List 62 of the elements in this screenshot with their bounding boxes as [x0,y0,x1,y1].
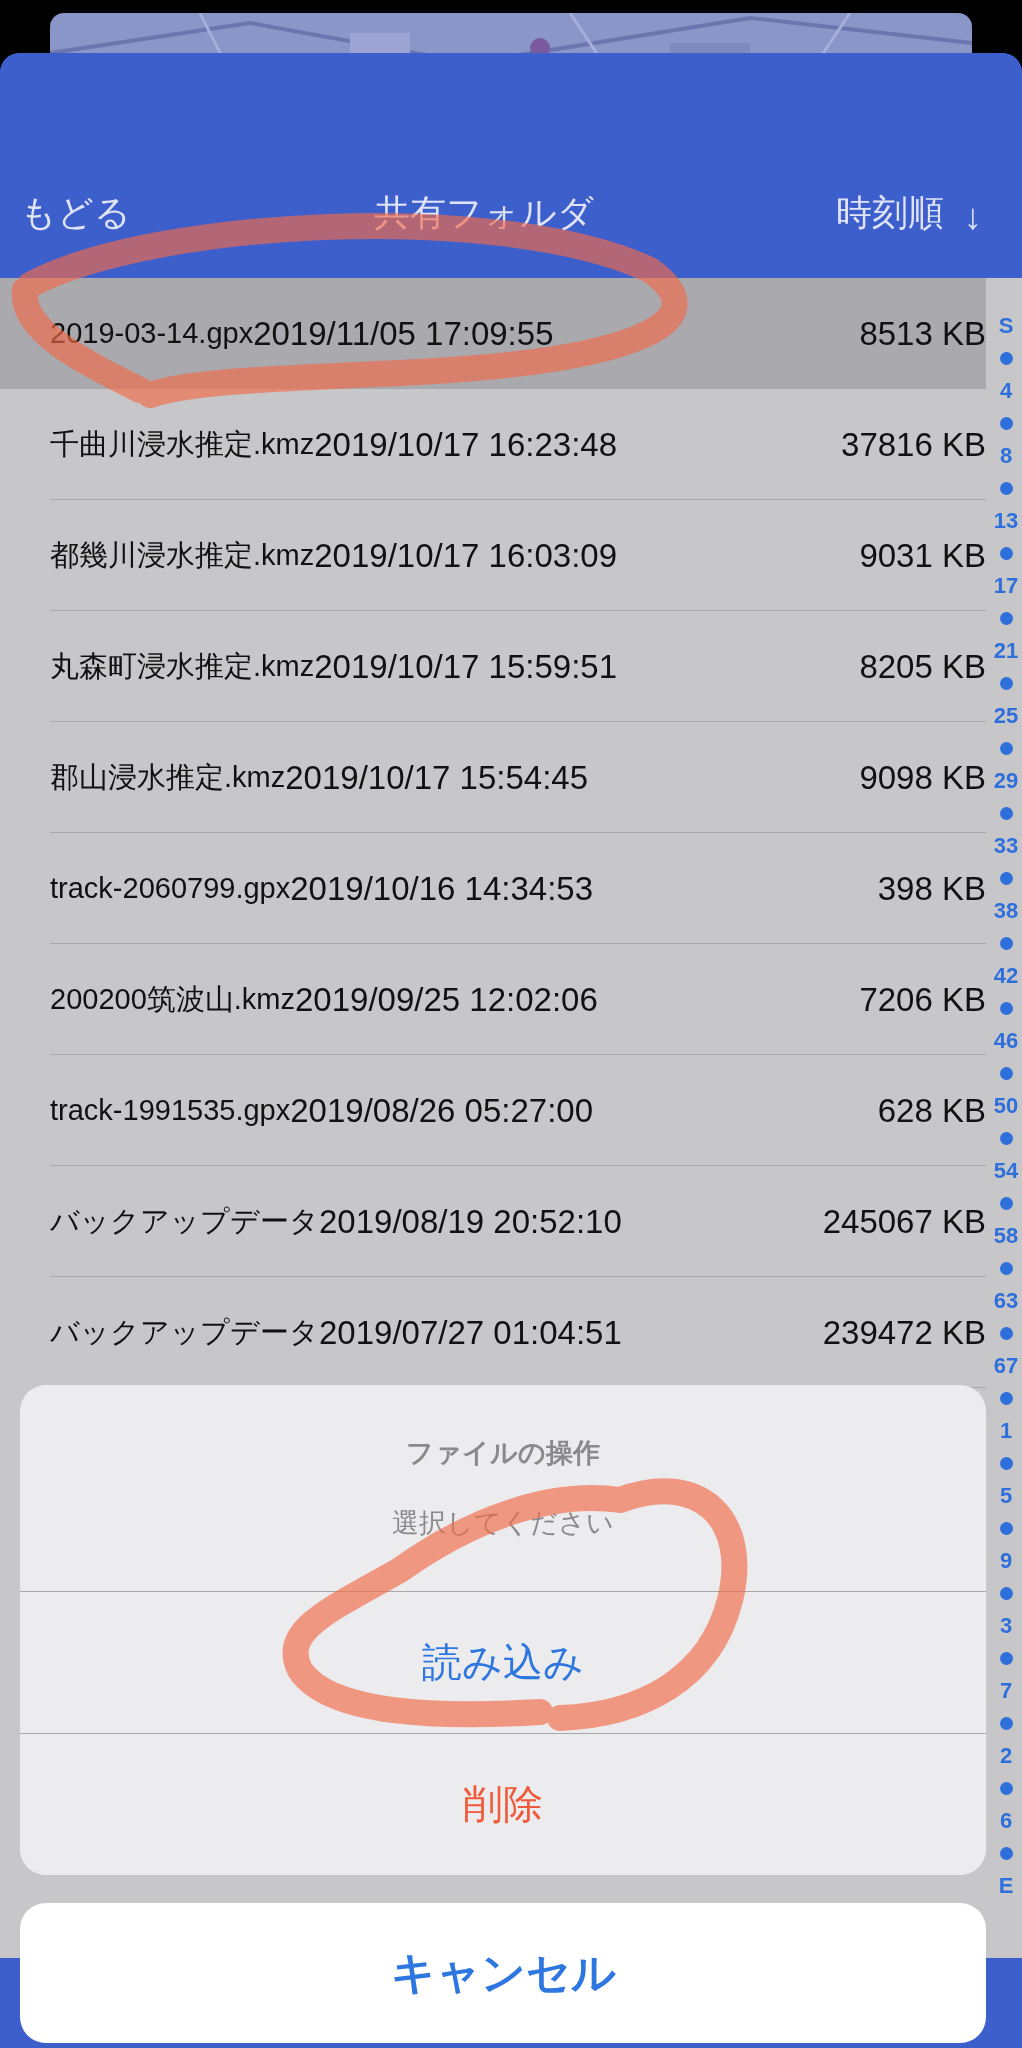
file-size: 9031 KB [859,536,986,575]
file-name: track-2060799.gpx [50,872,291,905]
file-row[interactable]: 2019-03-14.gpx2019/11/05 17:09:55 8513 KB [0,278,986,389]
file-name: 200200筑波山.kmz [50,981,295,1017]
file-name: 丸森町浸水推定.kmz [50,648,315,684]
file-size: 37816 KB [841,425,986,464]
file-size: 9098 KB [859,758,986,797]
index-label[interactable]: 50 [993,1090,1019,1122]
file-size: 8513 KB [859,314,986,353]
file-date: 2019/10/17 15:54:45 [285,758,589,797]
index-label[interactable]: 8 [999,440,1013,472]
file-date: 2019/08/19 20:52:10 [319,1202,623,1241]
file-name: 千曲川浸水推定.kmz [50,426,315,462]
index-label[interactable]: 25 [993,700,1019,732]
file-date: 2019/10/17 16:03:09 [314,536,618,575]
file-date: 2019/08/26 05:27:00 [290,1091,594,1130]
index-label[interactable]: 1 [999,1415,1013,1447]
file-size: 7206 KB [859,980,986,1019]
index-label[interactable]: 17 [993,570,1019,602]
file-size: 8205 KB [859,647,986,686]
index-label[interactable]: 38 [993,895,1019,927]
file-size: 398 KB [877,869,986,908]
file-size: 628 KB [877,1091,986,1130]
cancel-button[interactable]: キャンセル [20,1903,986,2043]
index-label[interactable]: 3 [999,1610,1013,1642]
index-label[interactable]: 5 [999,1480,1013,1512]
index-label[interactable]: 13 [993,505,1019,537]
sheet-title: ファイルの操作 [406,1437,600,1470]
index-label[interactable]: 58 [993,1220,1019,1252]
action-button[interactable]: 削除 [20,1733,986,1875]
index-label[interactable]: 7 [999,1675,1013,1707]
file-name: 2019-03-14.gpx [50,317,254,350]
sort-direction-button[interactable]: ↓ [964,196,982,238]
file-date: 2019/07/27 01:04:51 [319,1313,623,1352]
index-label[interactable]: 46 [993,1025,1019,1057]
index-label[interactable]: E [998,1870,1014,1902]
index-label[interactable]: 6 [999,1805,1013,1837]
file-name: 都幾川浸水推定.kmz [50,537,315,573]
index-label[interactable]: 42 [993,960,1019,992]
back-button[interactable]: もどる [20,189,131,238]
index-label[interactable]: 33 [993,830,1019,862]
index-label[interactable]: 54 [993,1155,1019,1187]
file-date: 2019/11/05 17:09:55 [253,314,555,353]
file-date: 2019/10/17 16:23:48 [314,425,618,464]
file-name: track-1991535.gpx [50,1094,291,1127]
index-label[interactable]: 67 [993,1350,1019,1382]
index-label[interactable]: 9 [999,1545,1013,1577]
index-label[interactable]: 21 [993,635,1019,667]
sort-button[interactable]: 時刻順 [836,189,944,238]
file-size: 239472 KB [822,1313,986,1352]
index-label[interactable]: S [998,310,1014,342]
file-name: バックアップデータ [50,1314,319,1350]
file-name: 郡山浸水推定.kmz [50,759,286,795]
index-label[interactable]: 2 [999,1740,1013,1772]
file-date: 2019/10/17 15:59:51 [314,647,618,686]
file-date: 2019/10/16 14:34:53 [290,869,594,908]
index-label[interactable]: 29 [993,765,1019,797]
file-size: 245067 KB [822,1202,986,1241]
index-label[interactable]: 4 [999,375,1013,407]
file-name: バックアップデータ [50,1203,319,1239]
index-label[interactable]: 63 [993,1285,1019,1317]
file-date: 2019/09/25 12:02:06 [295,980,599,1019]
